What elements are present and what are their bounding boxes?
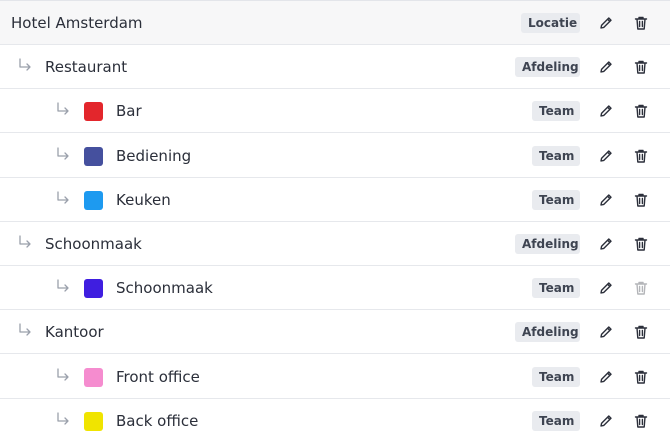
- pencil-icon[interactable]: [597, 102, 615, 120]
- trash-icon[interactable]: [632, 191, 650, 209]
- child-arrow-icon: [18, 57, 32, 73]
- trash-icon[interactable]: [632, 102, 650, 120]
- trash-icon[interactable]: [632, 235, 650, 253]
- team-color-swatch: [84, 102, 103, 121]
- type-badge: Afdeling: [515, 57, 580, 77]
- pencil-icon[interactable]: [597, 191, 615, 209]
- type-badge: Locatie: [521, 13, 580, 33]
- team-color-swatch: [84, 368, 103, 387]
- trash-icon[interactable]: [632, 58, 650, 76]
- team-color-swatch: [84, 147, 103, 166]
- row-label: Schoonmaak: [45, 235, 142, 253]
- tree-row-department: Restaurant Afdeling: [0, 45, 670, 89]
- tree-row-location: Hotel Amsterdam Locatie: [0, 1, 670, 45]
- child-arrow-icon: [18, 322, 32, 338]
- row-label: Keuken: [116, 191, 171, 209]
- location-tree: Hotel Amsterdam Locatie Restaurant Afdel…: [0, 0, 670, 444]
- tree-row-team: Back office Team: [0, 399, 670, 443]
- type-badge: Team: [532, 367, 580, 387]
- team-color-swatch: [84, 279, 103, 298]
- pencil-icon[interactable]: [597, 58, 615, 76]
- type-badge: Afdeling: [515, 322, 580, 342]
- pencil-icon[interactable]: [597, 368, 615, 386]
- trash-icon[interactable]: [632, 323, 650, 341]
- trash-icon: [632, 279, 650, 297]
- tree-row-team: Bediening Team: [0, 134, 670, 178]
- trash-icon[interactable]: [632, 412, 650, 430]
- pencil-icon[interactable]: [597, 412, 615, 430]
- child-arrow-icon: [56, 367, 70, 383]
- tree-row-team: Schoonmaak Team: [0, 266, 670, 310]
- row-label: Kantoor: [45, 323, 104, 341]
- tree-row-team: Front office Team: [0, 355, 670, 399]
- type-badge: Team: [532, 146, 580, 166]
- pencil-icon[interactable]: [597, 323, 615, 341]
- pencil-icon[interactable]: [597, 14, 615, 32]
- child-arrow-icon: [56, 190, 70, 206]
- child-arrow-icon: [56, 146, 70, 162]
- team-color-swatch: [84, 191, 103, 210]
- row-label: Hotel Amsterdam: [11, 14, 143, 32]
- row-label: Bediening: [116, 147, 192, 165]
- row-label: Front office: [116, 368, 200, 386]
- row-label: Bar: [116, 102, 142, 120]
- pencil-icon[interactable]: [597, 147, 615, 165]
- type-badge: Team: [532, 278, 580, 298]
- trash-icon[interactable]: [632, 14, 650, 32]
- child-arrow-icon: [56, 278, 70, 294]
- type-badge: Team: [532, 190, 580, 210]
- child-arrow-icon: [56, 411, 70, 427]
- child-arrow-icon: [56, 101, 70, 117]
- row-label: Restaurant: [45, 58, 128, 76]
- pencil-icon[interactable]: [597, 279, 615, 297]
- type-badge: Team: [532, 411, 580, 431]
- trash-icon[interactable]: [632, 368, 650, 386]
- team-color-swatch: [84, 412, 103, 431]
- tree-row-department: Schoonmaak Afdeling: [0, 222, 670, 266]
- tree-row-department: Kantoor Afdeling: [0, 310, 670, 354]
- child-arrow-icon: [18, 234, 32, 250]
- row-label: Schoonmaak: [116, 279, 213, 297]
- tree-row-team: Keuken Team: [0, 178, 670, 222]
- pencil-icon[interactable]: [597, 235, 615, 253]
- type-badge: Afdeling: [515, 234, 580, 254]
- trash-icon[interactable]: [632, 147, 650, 165]
- type-badge: Team: [532, 101, 580, 121]
- row-label: Back office: [116, 412, 199, 430]
- tree-row-team: Bar Team: [0, 89, 670, 133]
